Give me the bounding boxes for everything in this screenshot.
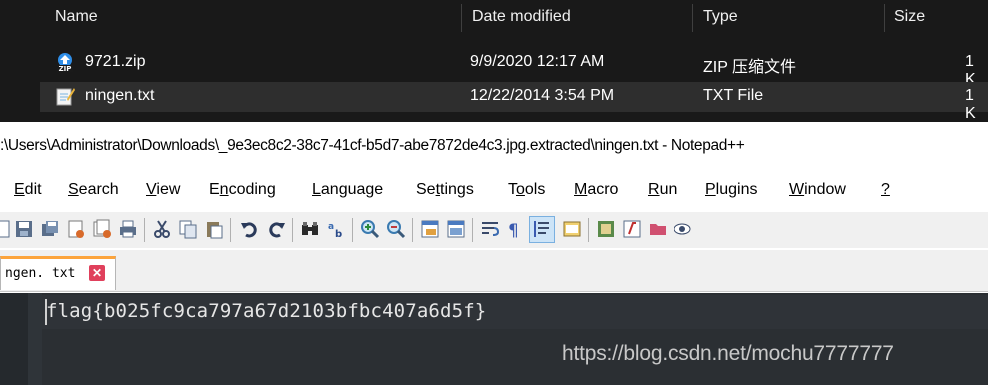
column-date-header[interactable]: Date modified (472, 8, 571, 26)
tab-label: ngen. txt (5, 266, 76, 281)
menu-settings[interactable]: Settings (416, 181, 474, 199)
file-type: TXT File (703, 87, 764, 104)
menu-view[interactable]: View (146, 181, 180, 199)
cut-icon[interactable] (152, 219, 172, 239)
text-file-icon (56, 88, 75, 106)
svg-text:a: a (328, 222, 334, 232)
toolbar-separator (230, 218, 231, 242)
watermark: https://blog.csdn.net/mochu7777777 (562, 342, 894, 365)
file-name: 9721.zip (85, 53, 146, 70)
toolbar: ab ¶ (0, 212, 988, 248)
menu-help[interactable]: ? (881, 181, 890, 199)
file-name: ningen.txt (85, 87, 155, 104)
tab-ningen-txt[interactable]: ngen. txt ✕ (0, 256, 116, 290)
toolbar-separator (588, 218, 589, 242)
function-list-icon[interactable] (622, 219, 642, 239)
copy-icon[interactable] (178, 219, 198, 239)
toolbar-separator (412, 218, 413, 242)
column-header-bar: Name Date modified Type Size (0, 0, 988, 34)
tab-bar: ngen. txt ✕ (0, 250, 988, 292)
zip-archive-icon: ZIP (57, 53, 73, 72)
column-type-header[interactable]: Type (703, 8, 738, 26)
editor-area[interactable]: flag{b025fc9ca797a67d2103bfbc407a6d5f} h… (0, 293, 988, 385)
sync-horizontal-icon[interactable] (446, 219, 466, 239)
menu-search[interactable]: Search (68, 181, 119, 199)
menu-bar: Edit Search View Encoding Language Setti… (0, 170, 988, 210)
undo-icon[interactable] (240, 219, 260, 239)
file-row-txt[interactable]: ningen.txt 12/22/2014 3:54 PM TXT File 1… (40, 82, 988, 122)
column-divider[interactable] (692, 4, 693, 32)
menu-encoding[interactable]: Encoding (209, 181, 276, 199)
indent-guide-icon[interactable] (529, 216, 555, 243)
toolbar-separator (292, 218, 293, 242)
menu-macro[interactable]: Macro (574, 181, 618, 199)
monitoring-icon[interactable] (674, 219, 694, 239)
file-row-zip[interactable]: ZIP 9721.zip 9/9/2020 12:17 AM ZIP 压缩文件 … (40, 48, 988, 88)
window-title: :\Users\Administrator\Downloads\_9e3ec8c… (0, 137, 745, 154)
window-title-bar[interactable]: :\Users\Administrator\Downloads\_9e3ec8c… (0, 124, 988, 168)
menu-edit[interactable]: Edit (14, 181, 42, 199)
user-defined-language-icon[interactable] (562, 219, 582, 239)
close-file-icon[interactable] (66, 219, 86, 239)
column-name-header[interactable]: Name (55, 8, 98, 26)
redo-icon[interactable] (266, 219, 286, 239)
svg-text:b: b (335, 229, 342, 239)
file-date: 9/9/2020 12:17 AM (470, 53, 605, 70)
zoom-out-icon[interactable] (386, 219, 406, 239)
toolbar-separator (352, 218, 353, 242)
menu-window[interactable]: Window (789, 181, 846, 199)
editor-text-line[interactable]: flag{b025fc9ca797a67d2103bfbc407a6d5f} (46, 300, 486, 322)
toolbar-separator (144, 218, 145, 242)
column-divider[interactable] (884, 4, 885, 32)
tab-close-icon[interactable]: ✕ (89, 265, 105, 281)
toolbar-separator (472, 218, 473, 242)
save-icon[interactable] (14, 219, 34, 239)
menu-plugins[interactable]: Plugins (705, 181, 757, 199)
text-cursor (45, 299, 47, 325)
close-all-icon[interactable] (92, 219, 112, 239)
print-icon[interactable] (118, 219, 138, 239)
column-divider[interactable] (461, 4, 462, 32)
folder-as-workspace-icon[interactable] (648, 219, 668, 239)
zoom-in-icon[interactable] (360, 219, 380, 239)
svg-text:ZIP: ZIP (59, 65, 72, 72)
new-file-icon[interactable] (0, 219, 12, 239)
sync-vertical-icon[interactable] (420, 219, 440, 239)
file-date: 12/22/2014 3:54 PM (470, 87, 615, 104)
paste-icon[interactable] (204, 219, 224, 239)
document-map-icon[interactable] (596, 219, 616, 239)
menu-tools[interactable]: Tools (508, 181, 545, 199)
menu-language[interactable]: Language (312, 181, 383, 199)
file-type: ZIP 压缩文件 (703, 59, 797, 76)
file-explorer: Name Date modified Type Size ZIP 9721.zi… (0, 0, 988, 122)
save-all-icon[interactable] (40, 219, 60, 239)
show-all-characters-icon[interactable]: ¶ (504, 219, 524, 239)
menu-run[interactable]: Run (648, 181, 677, 199)
svg-text:¶: ¶ (508, 221, 519, 239)
replace-icon[interactable]: ab (326, 219, 346, 239)
find-icon[interactable] (300, 219, 320, 239)
line-number-gutter (0, 293, 28, 385)
column-size-header[interactable]: Size (894, 8, 925, 26)
word-wrap-icon[interactable] (480, 219, 500, 239)
file-size: 1 K (965, 87, 976, 122)
fold-margin[interactable] (28, 293, 42, 385)
